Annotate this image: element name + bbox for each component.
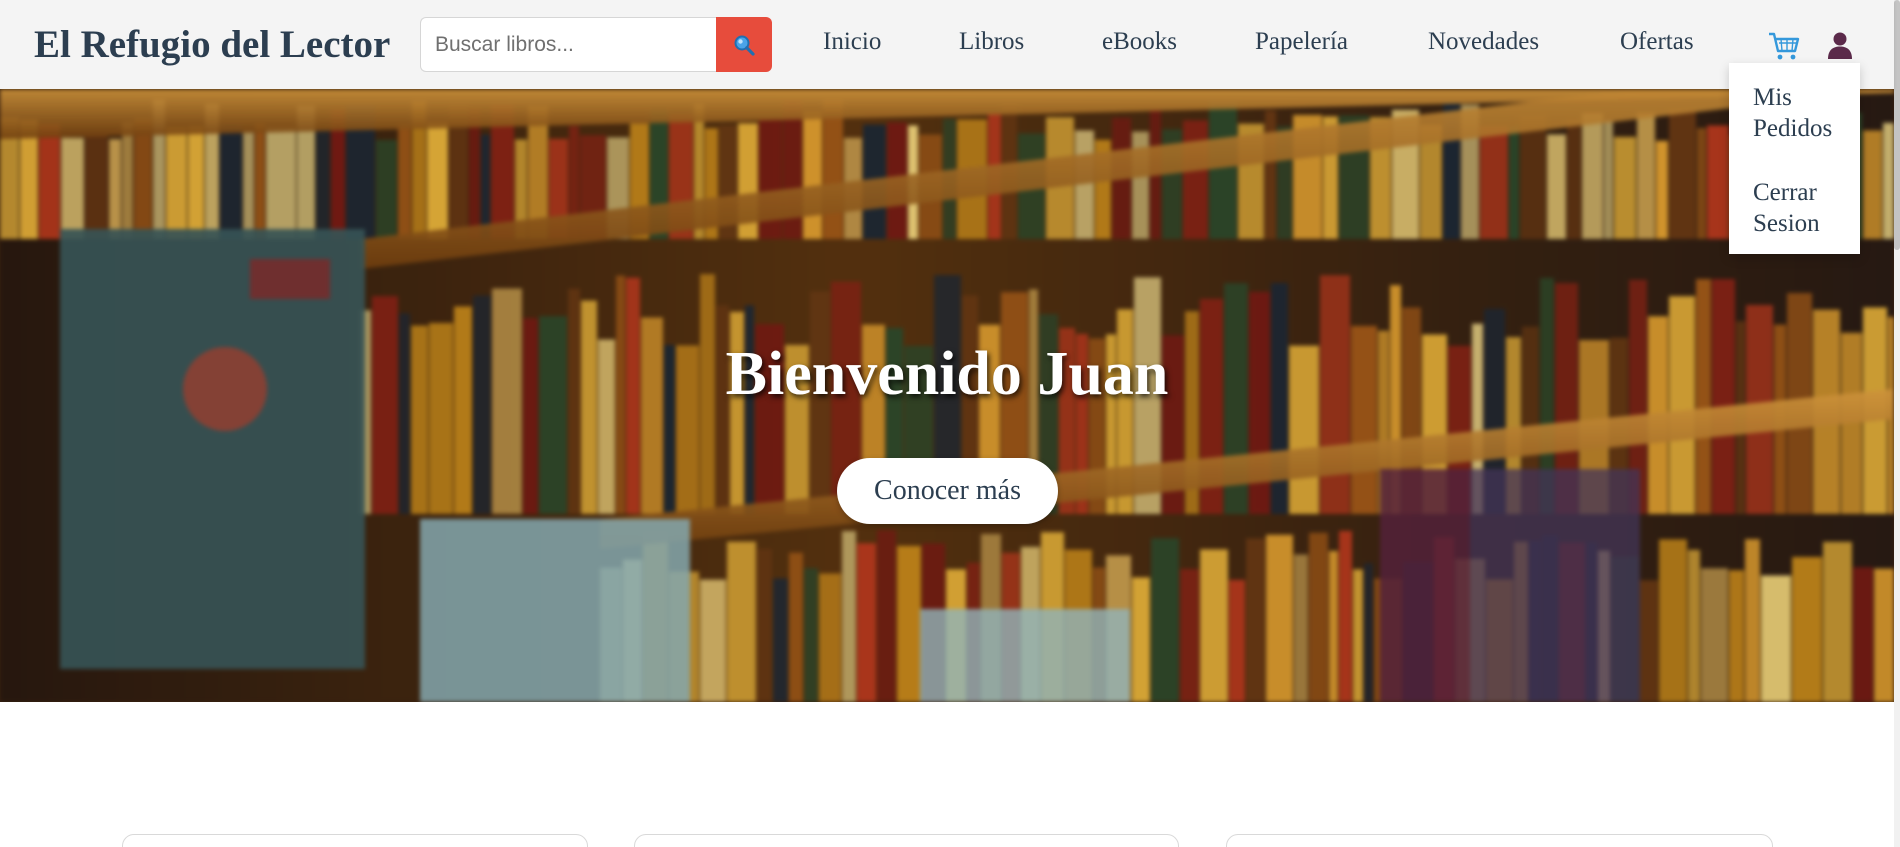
nav-item-ebooks[interactable]: eBooks [1102,28,1177,56]
learn-more-button[interactable]: Conocer más [837,458,1058,524]
page-scrollbar[interactable] [1894,0,1900,847]
top-navbar: El Refugio del Lector Inicio Libros eBoo… [0,0,1894,89]
page: El Refugio del Lector Inicio Libros eBoo… [0,0,1900,847]
menu-item-cerrar-sesion[interactable]: Cerrar Sesion [1753,177,1849,239]
nav-item-novedades[interactable]: Novedades [1428,28,1539,56]
hero-banner: Bienvenido Juan Conocer más [0,89,1894,702]
cart-button[interactable] [1767,31,1801,61]
user-icon [1828,32,1852,59]
nav-item-papeleria[interactable]: Papelería [1255,28,1348,56]
content-card [1226,834,1773,847]
nav-item-libros[interactable]: Libros [959,28,1024,56]
content-card [634,834,1179,847]
hero-title: Bienvenido Juan [725,339,1169,408]
nav-item-inicio[interactable]: Inicio [823,28,881,56]
scrollbar-thumb[interactable] [1894,0,1900,250]
user-dropdown-menu: Mis Pedidos Cerrar Sesion [1729,63,1860,254]
user-menu-button[interactable] [1827,31,1853,59]
nav-item-ofertas[interactable]: Ofertas [1620,28,1694,56]
content-card [122,834,588,847]
cart-icon [1769,32,1800,60]
menu-item-mis-pedidos[interactable]: Mis Pedidos [1753,82,1849,144]
main-nav: Inicio Libros eBooks Papelería Novedades… [0,28,1894,62]
